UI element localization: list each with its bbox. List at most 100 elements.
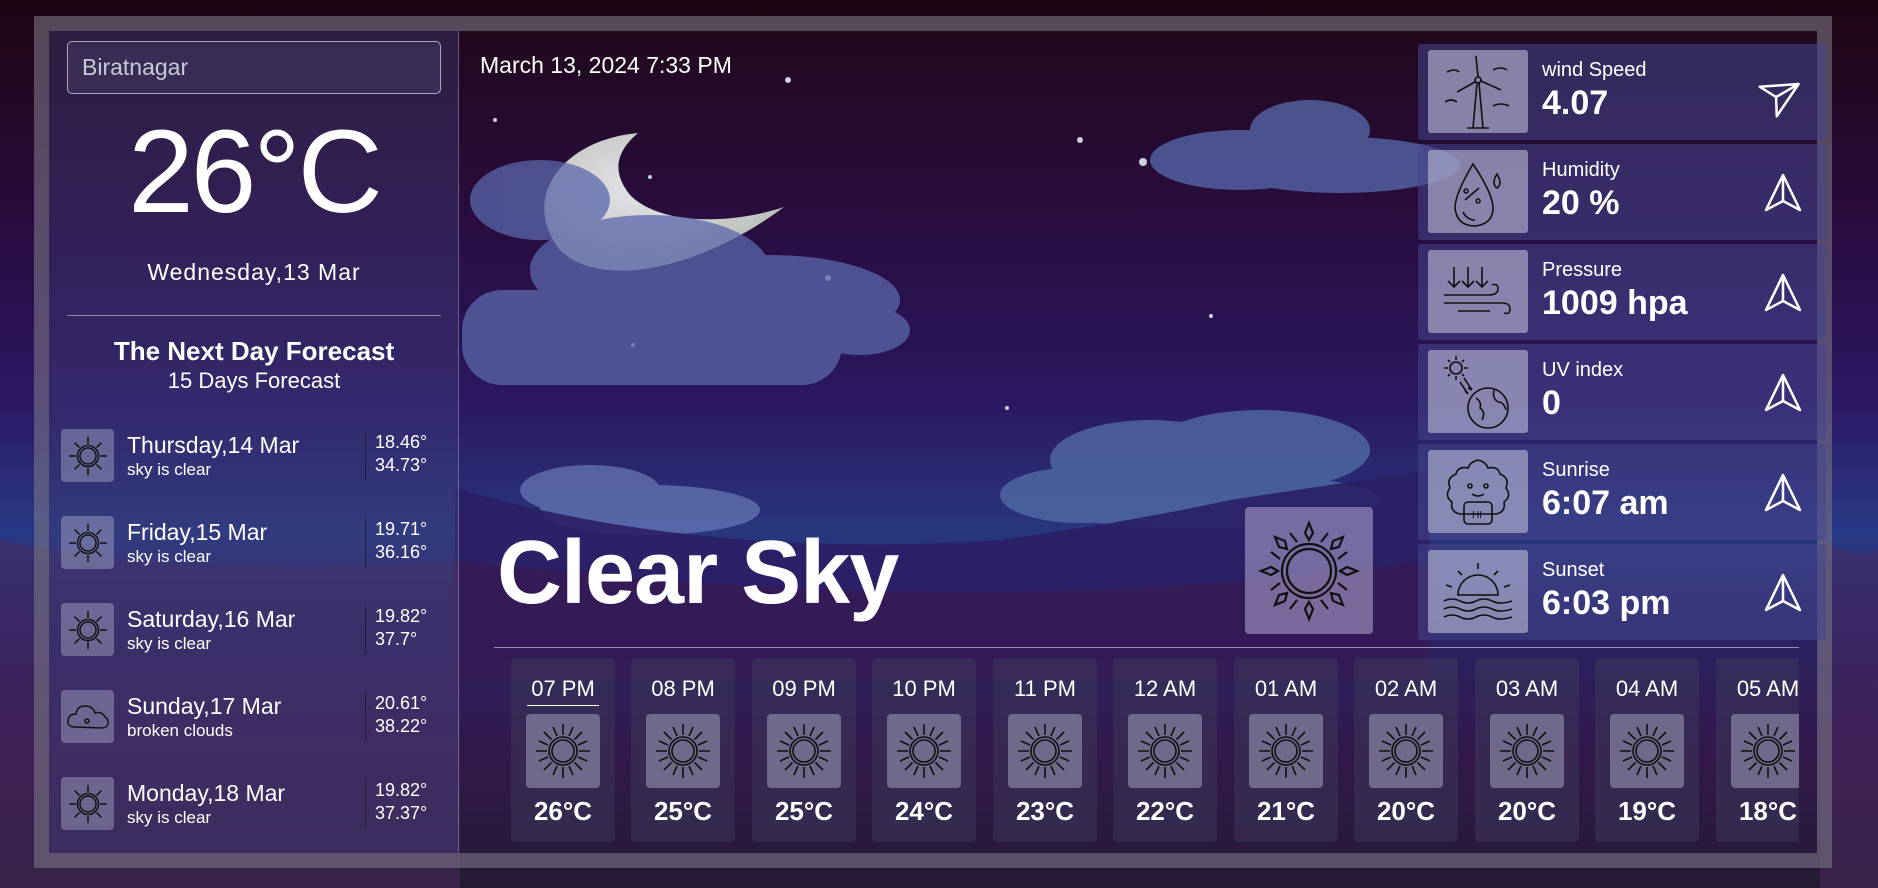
cloud-icon: [61, 690, 114, 743]
left-panel: 26°C Wednesday,13 Mar The Next Day Forec…: [49, 31, 459, 853]
hourly-time: 01 AM: [1254, 676, 1318, 701]
hourly-forecast[interactable]: 07 PM 26°C 08 PM 25°C 09 PM 25°C 10 PM 2…: [511, 658, 1799, 844]
pressure-icon: [1428, 250, 1528, 333]
hourly-card[interactable]: 09 PM 25°C: [752, 658, 856, 842]
forecast-subtitle: 15 Days Forecast: [167, 368, 341, 393]
sun-icon: [61, 777, 114, 830]
humidity-drop-icon: [1428, 150, 1528, 233]
forecast-title: The Next Day Forecast: [113, 336, 395, 366]
navigation-arrow-icon: [1764, 473, 1802, 512]
hourly-card[interactable]: 07 PM 26°C: [511, 658, 615, 842]
stat-sunset: Sunset 6:03 pm: [1418, 544, 1826, 640]
sun-icon: [1369, 714, 1443, 788]
forecast-temp-low: 34.73°: [375, 455, 428, 475]
hourly-time: 05 AM: [1736, 676, 1799, 701]
navigation-arrow-icon: [1764, 573, 1802, 612]
sunset-icon: [1428, 550, 1528, 633]
hourly-time: 08 PM: [651, 676, 715, 701]
forecast-item[interactable]: Friday,15 Mar sky is clear 19.71° 36.16°: [61, 516, 451, 603]
forecast-item[interactable]: Sunday,17 Mar broken clouds 20.61° 38.22…: [61, 690, 451, 777]
sun-icon: [646, 714, 720, 788]
stat-value: 0: [1542, 384, 1561, 422]
stat-uv-index: UV index 0: [1418, 344, 1826, 440]
forecast-description: sky is clear: [127, 460, 212, 479]
weather-condition: Clear Sky: [497, 523, 899, 623]
navigation-arrow-icon: [1764, 173, 1802, 212]
hourly-card[interactable]: 03 AM 20°C: [1475, 658, 1579, 842]
current-temperature: 26°C: [128, 106, 383, 238]
hourly-card[interactable]: 05 AM 18°C: [1716, 658, 1799, 842]
stat-label: wind Speed: [1542, 59, 1647, 81]
stat-value: 6:07 am: [1542, 484, 1669, 522]
forecast-temp-high: 19.71°: [375, 519, 428, 539]
forecast-item[interactable]: Thursday,14 Mar sky is clear 18.46° 34.7…: [61, 429, 451, 516]
sun-icon: [61, 603, 114, 656]
hourly-time: 03 AM: [1495, 676, 1559, 701]
divider: [365, 432, 366, 480]
hourly-card[interactable]: 11 PM 23°C: [993, 658, 1097, 842]
svg-text:HI: HI: [1472, 510, 1482, 521]
forecast-temp-low: 38.22°: [375, 716, 428, 736]
sun-icon: [1731, 714, 1799, 788]
hourly-card[interactable]: 10 PM 24°C: [872, 658, 976, 842]
hourly-temp: 21°C: [1256, 796, 1316, 826]
forecast-description: sky is clear: [127, 808, 212, 827]
stat-label: Sunset: [1542, 559, 1605, 581]
stat-wind-speed: wind Speed 4.07: [1418, 44, 1826, 140]
hourly-card[interactable]: 01 AM 21°C: [1234, 658, 1338, 842]
stat-value: 20 %: [1542, 184, 1620, 222]
hourly-temp: 20°C: [1376, 796, 1436, 826]
hourly-card[interactable]: 08 PM 25°C: [631, 658, 735, 842]
current-date: Wednesday,13 Mar: [147, 259, 361, 285]
forecast-item[interactable]: Saturday,16 Mar sky is clear 19.82° 37.7…: [61, 603, 451, 690]
stat-sunrise: HI Sunrise 6:07 am: [1418, 444, 1826, 540]
navigation-arrow-icon: [1764, 373, 1802, 412]
sun-icon: [767, 714, 841, 788]
stat-value: 1009 hpa: [1542, 284, 1688, 322]
hourly-card[interactable]: 02 AM 20°C: [1354, 658, 1458, 842]
hourly-temp: 25°C: [774, 796, 834, 826]
hourly-time: 04 AM: [1615, 676, 1679, 701]
hourly-temp: 25°C: [653, 796, 713, 826]
forecast-list: Thursday,14 Mar sky is clear 18.46° 34.7…: [61, 429, 451, 864]
hourly-card[interactable]: 12 AM 22°C: [1113, 658, 1217, 842]
city-search-input[interactable]: [67, 41, 441, 94]
divider: [365, 606, 366, 654]
current-datetime: March 13, 2024 7:33 PM: [480, 52, 732, 78]
forecast-item[interactable]: Monday,18 Mar sky is clear 19.82° 37.37°: [61, 777, 451, 864]
hourly-temp: 19°C: [1617, 796, 1677, 826]
forecast-temp-high: 18.46°: [375, 432, 428, 452]
divider: [365, 693, 366, 741]
hourly-temp: 24°C: [894, 796, 954, 826]
forecast-description: broken clouds: [127, 721, 233, 740]
sun-icon: [61, 516, 114, 569]
forecast-temp-low: 36.16°: [375, 542, 428, 562]
forecast-temp-high: 19.82°: [375, 780, 428, 800]
hourly-time: 10 PM: [892, 676, 956, 701]
stat-pressure: Pressure 1009 hpa: [1418, 244, 1826, 340]
stat-humidity: Humidity 20 %: [1418, 144, 1826, 240]
forecast-temp-high: 20.61°: [375, 693, 428, 713]
hourly-time: 09 PM: [772, 676, 836, 701]
divider: [365, 519, 366, 567]
uv-globe-icon: [1428, 350, 1528, 433]
weather-app: 26°C Wednesday,13 Mar The Next Day Forec…: [0, 0, 1878, 888]
forecast-day: Sunday,17 Mar: [127, 693, 282, 719]
forecast-description: sky is clear: [127, 547, 212, 566]
forecast-day: Thursday,14 Mar: [127, 432, 300, 458]
stat-value: 4.07: [1542, 84, 1609, 122]
hourly-time: 07 PM: [531, 676, 595, 701]
hourly-temp: 20°C: [1497, 796, 1557, 826]
sun-icon: [1490, 714, 1564, 788]
hourly-time: 02 AM: [1374, 676, 1438, 701]
forecast-temp-high: 19.82°: [375, 606, 428, 626]
hourly-temp: 18°C: [1738, 796, 1798, 826]
hourly-time: 11 PM: [1014, 676, 1076, 701]
hourly-card[interactable]: 04 AM 19°C: [1595, 658, 1699, 842]
stat-value: 6:03 pm: [1542, 584, 1671, 622]
wind-turbine-icon: [1428, 50, 1528, 133]
forecast-description: sky is clear: [127, 634, 212, 653]
selected-indicator: [527, 705, 599, 706]
sun-icon: [1610, 714, 1684, 788]
sun-icon: [887, 714, 961, 788]
